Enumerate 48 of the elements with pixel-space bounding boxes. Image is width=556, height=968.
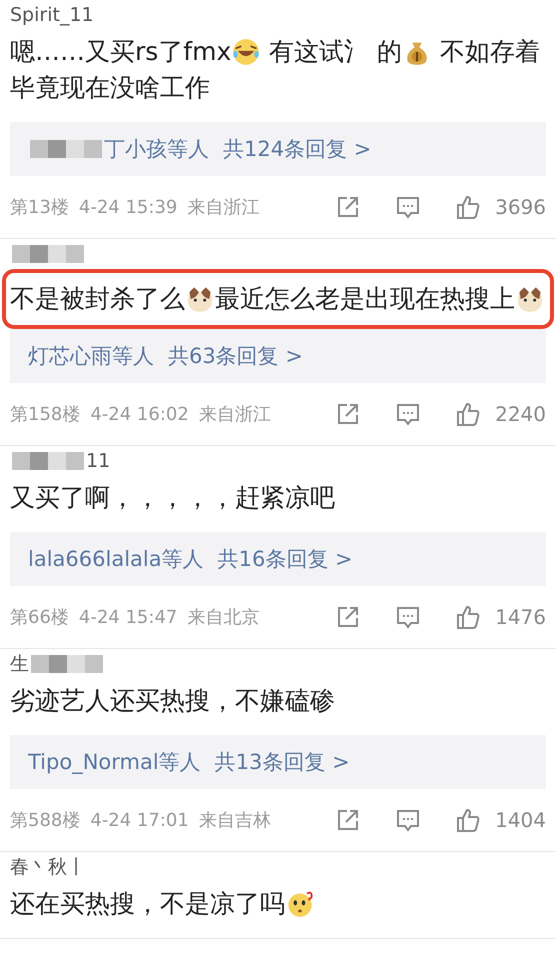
reply-count-link[interactable]: 共16条回复 > [218,545,353,573]
blurred-username [31,655,103,673]
like-count: 1476 [495,605,546,629]
reply-names-link[interactable]: Tipo_Normal等人 [28,748,201,776]
laugh-cry-emoji-icon [232,38,260,66]
post-time: 4-24 15:47 [78,606,178,628]
floor-number: 第588楼 [10,809,80,832]
reply-names-link[interactable]: 灯芯心雨等人 [28,342,154,370]
reply-count-link[interactable]: 共63条回复 > [168,342,303,370]
username: 春丶秋丨 [10,855,86,880]
like-count: 1404 [495,808,546,832]
reply-count-link[interactable]: 共124条回复 > [223,135,372,163]
location: 来自浙江 [198,403,271,426]
username: Spirit_11 [10,4,94,26]
post-time: 4-24 16:02 [90,404,189,424]
cat-emoji-icon [186,285,214,313]
blurred-username [12,245,84,263]
comment-icon[interactable] [395,194,422,220]
comment-icon[interactable] [395,604,422,630]
comment-text: 嗯……又买rs了fmx 有这试氵 的 不如存着 毕竟现在没啥工作 [10,36,542,104]
floor-number: 第158楼 [10,403,80,426]
like-count: 3696 [495,195,546,219]
like-count: 2240 [495,402,546,426]
floor-number: 第13楼 [10,196,69,219]
location: 来自北京 [187,606,260,629]
thumbs-up-icon[interactable] [455,604,482,630]
username: 11 [86,450,110,472]
thumbs-up-icon[interactable] [455,807,482,833]
comment-text: 劣迹艺人还买热搜，不嫌磕碜 [10,685,336,717]
post-time: 4-24 17:01 [90,810,189,830]
reply-count-link[interactable]: 共13条回复 > [214,748,350,776]
comment-icon[interactable] [395,807,422,833]
location: 来自浙江 [187,196,260,219]
thumbs-up-icon[interactable] [455,194,482,220]
location: 来自吉林 [198,809,271,832]
reply-names-link[interactable]: 丁小孩等人 [28,135,209,163]
thinking-emoji-icon [286,890,314,918]
thumbs-up-icon[interactable] [455,401,482,427]
blurred-username [12,452,84,470]
cat-emoji-icon [516,285,544,313]
username: 生 [10,652,29,677]
floor-number: 第66楼 [10,606,69,629]
comment-text: 不是被封杀了么 最近怎么老是出现在热搜上 [10,281,546,317]
comment-text: 还在买热搜，不是凉了吗 [10,886,546,922]
comment-icon[interactable] [395,401,422,427]
comment-text: 又买了啊，，，，，赶紧凉吧 [10,482,336,514]
reply-names-link[interactable]: lala666lalala等人 [28,545,204,573]
post-time: 4-24 15:39 [78,196,178,218]
